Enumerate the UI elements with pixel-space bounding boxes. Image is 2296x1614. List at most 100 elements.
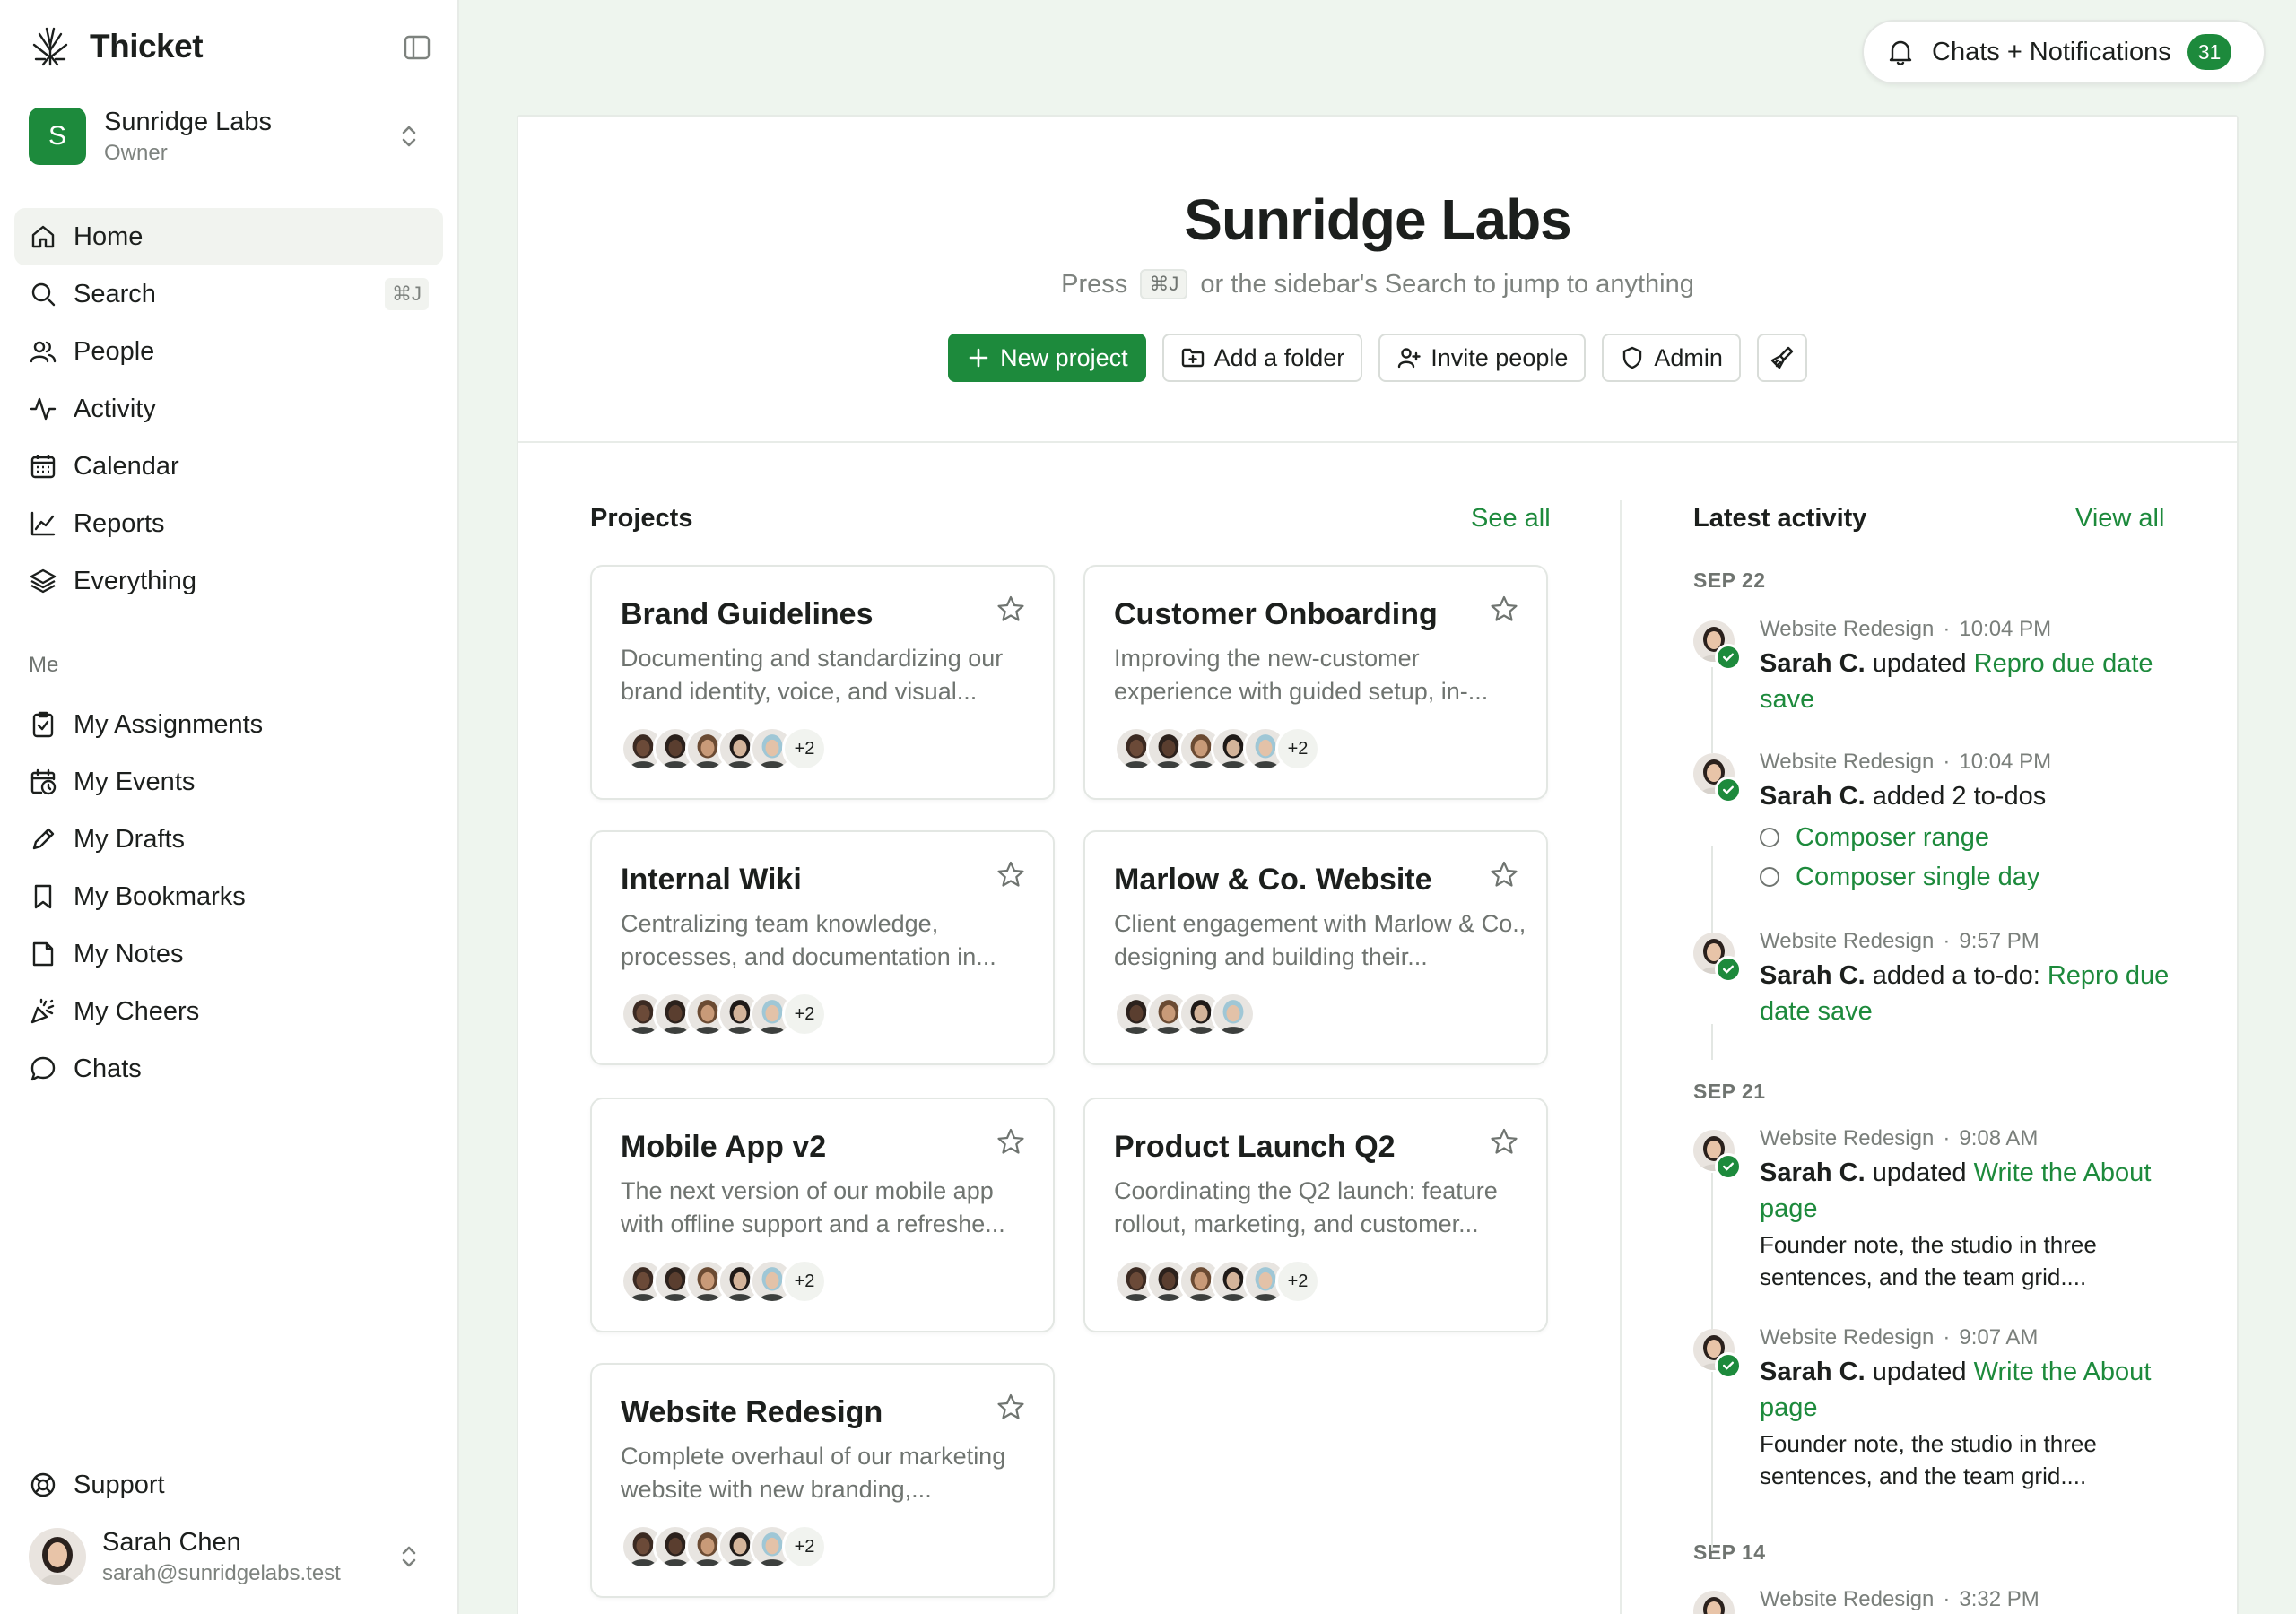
add-folder-button[interactable]: Add a folder: [1161, 334, 1363, 382]
project-card[interactable]: Website Redesign Complete overhaul of our…: [590, 1363, 1055, 1598]
activity-project[interactable]: Website Redesign: [1760, 1587, 1934, 1611]
project-card[interactable]: Internal Wiki Centralizing team knowledge…: [590, 830, 1055, 1065]
nav-item-my-notes[interactable]: My Notes: [14, 925, 443, 983]
activity-project[interactable]: Website Redesign: [1760, 929, 1934, 953]
nav-item-home[interactable]: Home: [14, 208, 443, 265]
check-icon: [1715, 1352, 1742, 1379]
new-project-label: New project: [1000, 343, 1128, 371]
check-icon: [1715, 777, 1742, 803]
star-icon[interactable]: [1489, 594, 1519, 624]
activity-actor: Sarah C.: [1760, 1158, 1866, 1187]
nav-item-reports[interactable]: Reports: [14, 495, 443, 552]
chat-bubble-icon: [30, 1056, 56, 1081]
project-description: Improving the new-customer experience wi…: [1114, 645, 1489, 705]
activity-item[interactable]: Website Redesign · 9:57 PM Sarah C. added …: [1693, 929, 2196, 1029]
activity-item[interactable]: Website Redesign · 3:32 PM: [1693, 1587, 2196, 1614]
activity-project[interactable]: Website Redesign: [1760, 1325, 1934, 1349]
nav-label: My Events: [74, 767, 196, 796]
invite-people-label: Invite people: [1431, 343, 1569, 371]
nav-label: People: [74, 336, 155, 366]
project-title: Website Redesign: [621, 1395, 883, 1429]
activity-project[interactable]: Website Redesign: [1760, 750, 1934, 774]
project-title: Brand Guidelines: [621, 597, 874, 631]
project-card[interactable]: Product Launch Q2 Coordinating the Q2 lau…: [1083, 1098, 1548, 1332]
nav-item-search[interactable]: Search ⌘J: [14, 265, 443, 323]
more-members-badge[interactable]: +2: [782, 726, 827, 771]
nav-item-my-events[interactable]: My Events: [14, 753, 443, 811]
activity-icon: [30, 397, 57, 421]
hero-sub-before: Press: [1061, 270, 1128, 299]
todo-checkbox[interactable]: [1760, 867, 1779, 887]
avatar: [1693, 753, 1742, 803]
org-avatar: S: [29, 108, 86, 165]
calendar-icon: [30, 455, 56, 479]
project-members: +2: [621, 1259, 827, 1304]
star-icon[interactable]: [996, 1392, 1026, 1422]
project-description: Coordinating the Q2 launch: feature roll…: [1114, 1177, 1498, 1237]
activity-meta: Website Redesign · 10:04 PM: [1760, 750, 2052, 774]
activity-item[interactable]: Website Redesign · 9:08 AM Sarah C. update…: [1693, 1126, 2196, 1293]
project-card[interactable]: Mobile App v2 The next version of our mob…: [590, 1098, 1055, 1332]
star-icon[interactable]: [996, 594, 1026, 624]
nav-item-everything[interactable]: Everything: [14, 552, 443, 610]
activity-meta: Website Redesign · 3:32 PM: [1760, 1587, 2039, 1611]
hero-subtitle: Press ⌘J or the sidebar's Search to jump…: [518, 269, 2237, 299]
activity-view-all-link[interactable]: View all: [2075, 504, 2164, 534]
more-members-badge[interactable]: +2: [782, 1259, 827, 1304]
project-card[interactable]: Brand Guidelines Documenting and standard…: [590, 565, 1055, 800]
nav-item-my-cheers[interactable]: My Cheers: [14, 983, 443, 1040]
nav-item-my-drafts[interactable]: My Drafts: [14, 811, 443, 868]
nav-item-support[interactable]: Support: [14, 1456, 443, 1514]
more-members-badge[interactable]: +2: [782, 1524, 827, 1569]
activity-note: Founder note, the studio in three senten…: [1760, 1430, 2097, 1489]
customize-button[interactable]: [1756, 334, 1807, 382]
activity-meta: Website Redesign · 10:04 PM: [1760, 617, 2052, 641]
nav-item-chats[interactable]: Chats: [14, 1040, 443, 1098]
project-title: Internal Wiki: [621, 863, 802, 897]
nav-item-my-assignments[interactable]: My Assignments: [14, 696, 443, 753]
activity-date-heading: SEP 14: [1693, 1540, 1766, 1564]
activity-project[interactable]: Website Redesign: [1760, 1126, 1934, 1150]
todo-checkbox[interactable]: [1760, 828, 1779, 847]
activity-item[interactable]: Website Redesign · 10:04 PM Sarah C. added…: [1693, 750, 2196, 897]
project-members: +2: [1114, 726, 1320, 771]
nav-item-calendar[interactable]: Calendar: [14, 438, 443, 495]
org-role: Owner: [104, 140, 168, 165]
todo-item[interactable]: Composer single day: [1760, 857, 2196, 897]
project-card[interactable]: Marlow & Co. Website Client engagement wi…: [1083, 830, 1548, 1065]
nav-item-people[interactable]: People: [14, 323, 443, 380]
nav-item-activity[interactable]: Activity: [14, 380, 443, 438]
more-members-badge[interactable]: +2: [782, 992, 827, 1037]
org-switcher[interactable]: S Sunridge Labs Owner: [29, 106, 432, 167]
activity-item[interactable]: Website Redesign · 9:07 AM Sarah C. update…: [1693, 1325, 2196, 1492]
invite-people-button[interactable]: Invite people: [1378, 334, 1587, 382]
activity-item[interactable]: Website Redesign · 10:04 PM Sarah C. updat…: [1693, 617, 2196, 717]
star-icon[interactable]: [1489, 1126, 1519, 1157]
star-icon[interactable]: [996, 1126, 1026, 1157]
nav-label: Calendar: [74, 451, 179, 481]
nav-item-my-bookmarks[interactable]: My Bookmarks: [14, 868, 443, 925]
activity-time: 10:04 PM: [1959, 750, 2052, 774]
activity-project[interactable]: Website Redesign: [1760, 617, 1934, 641]
star-icon[interactable]: [996, 859, 1026, 889]
more-members-badge[interactable]: +2: [1275, 1259, 1320, 1304]
user-menu[interactable]: Sarah Chen sarah@sunridgelabs.test: [29, 1524, 432, 1589]
star-icon[interactable]: [1489, 859, 1519, 889]
activity-heading: Latest activity: [1693, 504, 1867, 533]
new-project-button[interactable]: New project: [948, 334, 1146, 382]
chats-notifications-button[interactable]: Chats + Notifications 31: [1862, 20, 2266, 84]
avatar: [1211, 992, 1256, 1037]
projects-see-all-link[interactable]: See all: [1471, 504, 1551, 534]
project-title: Mobile App v2: [621, 1130, 827, 1164]
admin-button[interactable]: Admin: [1602, 334, 1741, 382]
sidebar-toggle-icon[interactable]: [402, 32, 432, 63]
brand[interactable]: Thicket: [27, 23, 204, 70]
more-members-badge[interactable]: +2: [1275, 726, 1320, 771]
todo-label: Composer single day: [1796, 862, 2040, 891]
activity-text: Sarah C. added 2 to-dos: [1760, 778, 2196, 814]
user-plus-icon: [1398, 348, 1421, 369]
todo-item[interactable]: Composer range: [1760, 818, 2196, 857]
project-card[interactable]: Customer Onboarding Improving the new-cus…: [1083, 565, 1548, 800]
activity-verb: updated: [1872, 1358, 1967, 1386]
nav-label: My Notes: [74, 939, 184, 968]
